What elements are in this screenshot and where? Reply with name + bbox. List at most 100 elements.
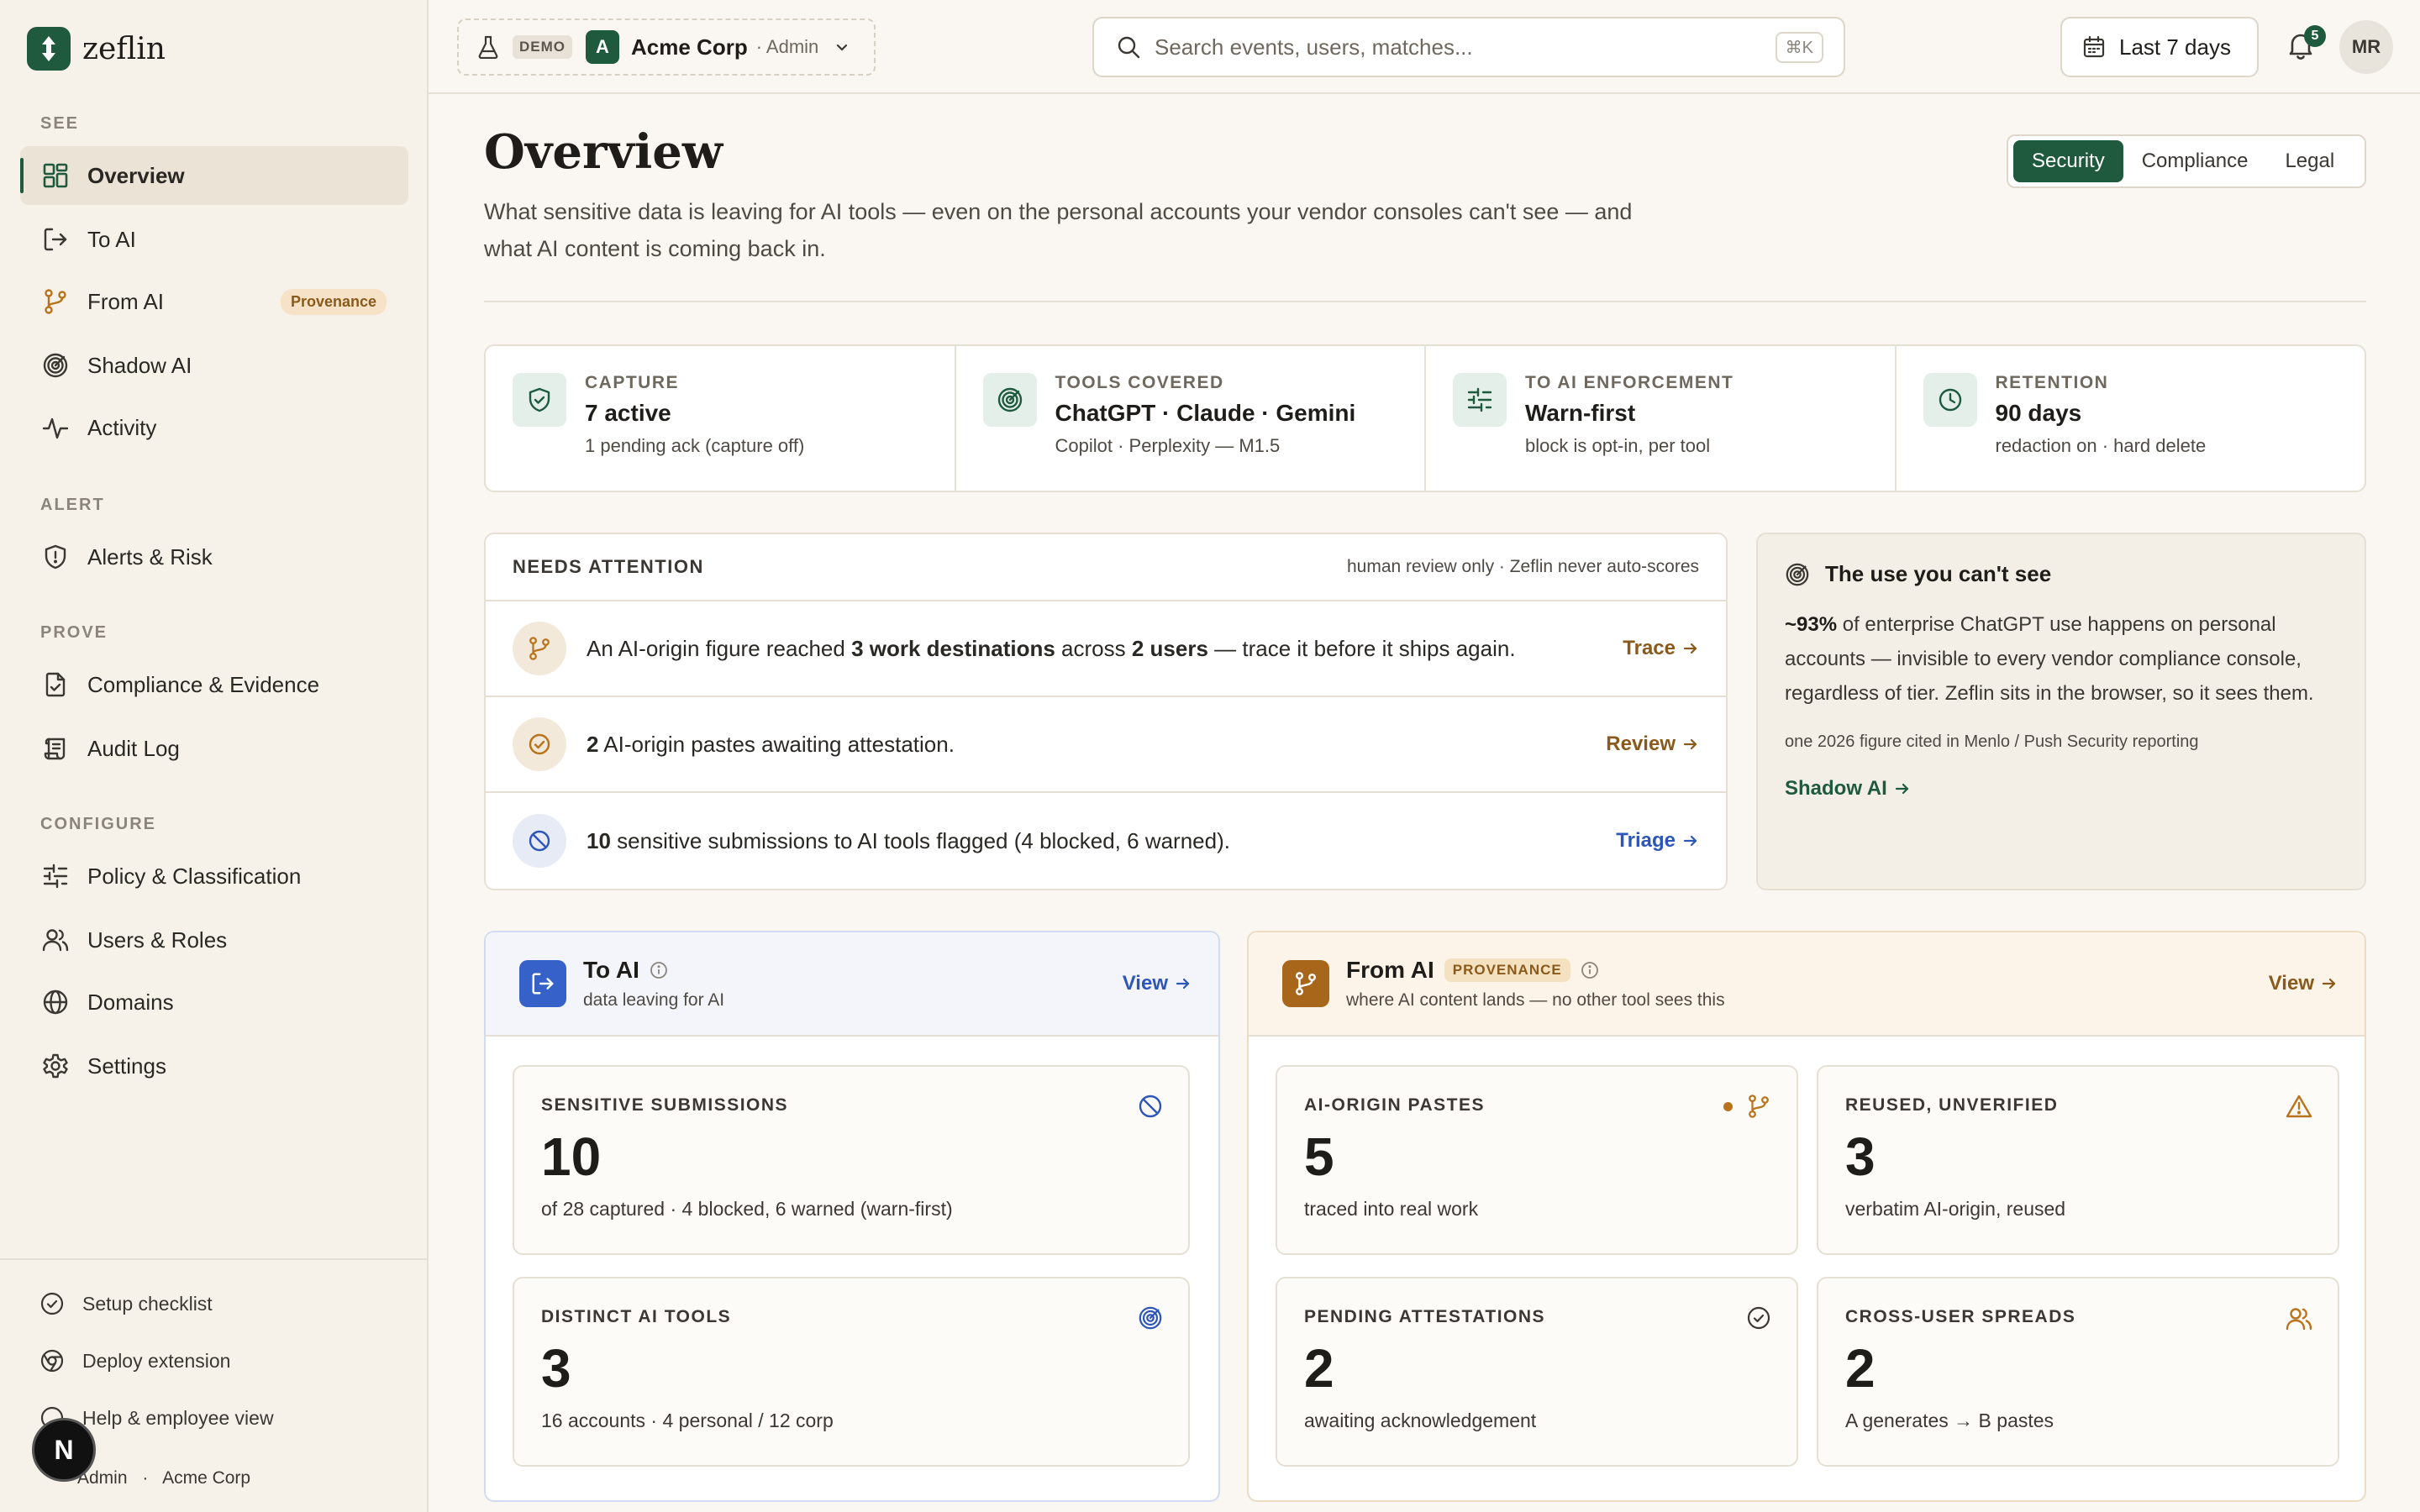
sidebar-item-domains[interactable]: Domains [20,973,408,1032]
sidebar-item-from-ai[interactable]: From AI Provenance [20,272,408,331]
shadow-ai-link[interactable]: Shadow AI [1785,777,2338,801]
to-ai-panel: To AI data leaving for AI View SENSITIVE… [484,931,1220,1502]
branch-icon [1282,960,1329,1007]
review-button[interactable]: Review [1606,732,1699,756]
card-sub: of 28 captured · 4 blocked, 6 warned (wa… [541,1198,953,1220]
from-ai-panel: From AI PROVENANCE where AI content land… [1247,931,2366,1502]
brand-logo[interactable]: zeflin [27,27,166,71]
sidebar-item-shadow-ai[interactable]: Shadow AI [20,336,408,395]
user-avatar[interactable]: MR [2339,20,2393,74]
shield-check-icon [513,373,566,427]
sidebar-item-label: Domains [87,989,174,1015]
tenant-avatar: A [586,30,619,64]
sidebar-item-activity[interactable]: Activity [20,398,408,457]
sidebar-item-settings[interactable]: Settings [20,1037,408,1095]
metric-card-reused-unverified[interactable]: REUSED, UNVERIFIED 3 verbatim AI-origin,… [1817,1065,2339,1255]
provenance-badge: Provenance [280,288,387,315]
deploy-extension-label: Deploy extension [82,1349,231,1372]
sidebar-item-label: Policy & Classification [87,863,302,889]
date-range-label: Last 7 days [2119,34,2231,60]
sidebar-divider [0,1258,427,1260]
tenant-role: · Admin [755,36,819,57]
tab-legal[interactable]: Legal [2266,140,2353,182]
users-icon [40,925,71,955]
attention-text: 2 AI-origin pastes awaiting attestation. [587,731,955,757]
stat-key: TOOLS COVERED [1055,373,1224,392]
to-ai-view-button[interactable]: View [1123,972,1192,995]
arrow-right-icon [1683,738,1697,750]
card-key: PENDING ATTESTATIONS [1304,1307,1546,1326]
sidebar-item-users-roles[interactable]: Users & Roles [20,911,408,969]
panel-title: From AI [1346,957,1434,983]
from-ai-view-button[interactable]: View [2269,972,2338,995]
globe-icon [40,987,71,1017]
card-sub: A generates → B pastes [1845,1410,2054,1431]
metric-card-ai-origin-pastes[interactable]: AI-ORIGIN PASTES 5 traced into real work [1276,1065,1798,1255]
tab-compliance[interactable]: Compliance [2123,140,2267,182]
sidebar-item-to-ai[interactable]: To AI [20,210,408,269]
sidebar-item-label: From AI [87,288,165,314]
stat-sub: 1 pending ack (capture off) [585,435,805,456]
sliders-icon [1453,373,1507,427]
section-see: SEE [40,114,80,133]
stat-tools-covered: TOOLS COVERED ChatGPT · Claude · Gemini … [956,346,1426,491]
card-value: 3 [1845,1126,1876,1187]
radar-icon [1785,562,1810,587]
callout-footnote: one 2026 figure cited in Menlo / Push Se… [1785,732,2199,751]
stat-sub: Copilot · Perplexity — M1.5 [1055,435,1281,456]
stat-sub: block is opt-in, per tool [1525,435,1711,456]
brand-name: zeflin [82,31,166,66]
page-title: Overview [484,124,723,180]
triage-button[interactable]: Triage [1616,829,1699,853]
section-alert: ALERT [40,496,105,514]
chrome-icon [39,1347,66,1374]
arrow-right-icon [1683,643,1697,654]
sidebar-item-label: To AI [87,226,136,252]
panel-title: NEEDS ATTENTION [513,556,704,577]
search-input[interactable] [1155,34,1743,60]
stat-value: Warn-first [1525,400,1636,426]
arrow-right-icon [1176,978,1190,990]
search-icon [1116,34,1141,60]
metric-card-sensitive-submissions[interactable]: SENSITIVE SUBMISSIONS 10 of 28 captured … [513,1065,1190,1255]
sidebar-item-label: Settings [87,1053,166,1079]
radar-icon [1138,1305,1163,1331]
sidebar-item-overview[interactable]: Overview [20,146,408,205]
callout-body: ~93% of enterprise ChatGPT use happens o… [1785,613,2314,705]
search-bar[interactable]: ⌘K [1092,17,1845,77]
sidebar-item-alerts-risk[interactable]: Alerts & Risk [20,528,408,586]
sidebar-item-label: Overview [87,162,185,188]
card-sub: verbatim AI-origin, reused [1845,1198,2066,1220]
tab-security[interactable]: Security [2013,140,2123,182]
attention-row[interactable]: 10 sensitive submissions to AI tools fla… [486,793,1726,889]
page-subtitle: What sensitive data is leaving for AI to… [484,199,1633,261]
sidebar-item-policy-classification[interactable]: Policy & Classification [20,847,408,906]
stat-value: 90 days [1995,400,2082,426]
trace-button[interactable]: Trace [1623,637,1699,660]
tenant-switcher[interactable]: DEMO A Acme Corp · Admin [457,18,876,76]
sidebar-item-label: Compliance & Evidence [87,671,320,697]
deploy-extension-link[interactable]: Deploy extension [39,1347,230,1374]
warning-icon [2286,1094,2312,1119]
metric-card-cross-user-spreads[interactable]: CROSS-USER SPREADS 2 A generates → B pas… [1817,1277,2339,1467]
metric-card-pending-attestations[interactable]: PENDING ATTESTATIONS 2 awaiting acknowle… [1276,1277,1798,1467]
setup-checklist-link[interactable]: Setup checklist [39,1290,213,1317]
sidebar-item-compliance-evidence[interactable]: Compliance & Evidence [20,655,408,714]
account-sep: · [142,1468,149,1488]
date-range-button[interactable]: Last 7 days [2060,17,2259,77]
radar-icon [982,373,1037,427]
card-sub: traced into real work [1304,1198,1479,1220]
check-circle-icon [39,1290,66,1317]
dev-tools-bubble[interactable]: N [32,1418,96,1482]
metric-card-distinct-ai-tools[interactable]: DISTINCT AI TOOLS 3 16 accounts · 4 pers… [513,1277,1190,1467]
flask-icon [477,35,499,59]
attention-row[interactable]: An AI-origin figure reached 3 work desti… [486,601,1726,697]
card-key: AI-ORIGIN PASTES [1304,1095,1485,1115]
attention-row[interactable]: 2 AI-origin pastes awaiting attestation.… [486,697,1726,793]
info-icon [1581,962,1598,979]
panel-subtitle: data leaving for AI [583,990,725,1010]
sidebar-item-audit-log[interactable]: Audit Log [20,719,408,778]
check-circle-icon [1746,1305,1771,1331]
branch-icon [513,622,566,675]
search-shortcut: ⌘K [1775,32,1823,63]
